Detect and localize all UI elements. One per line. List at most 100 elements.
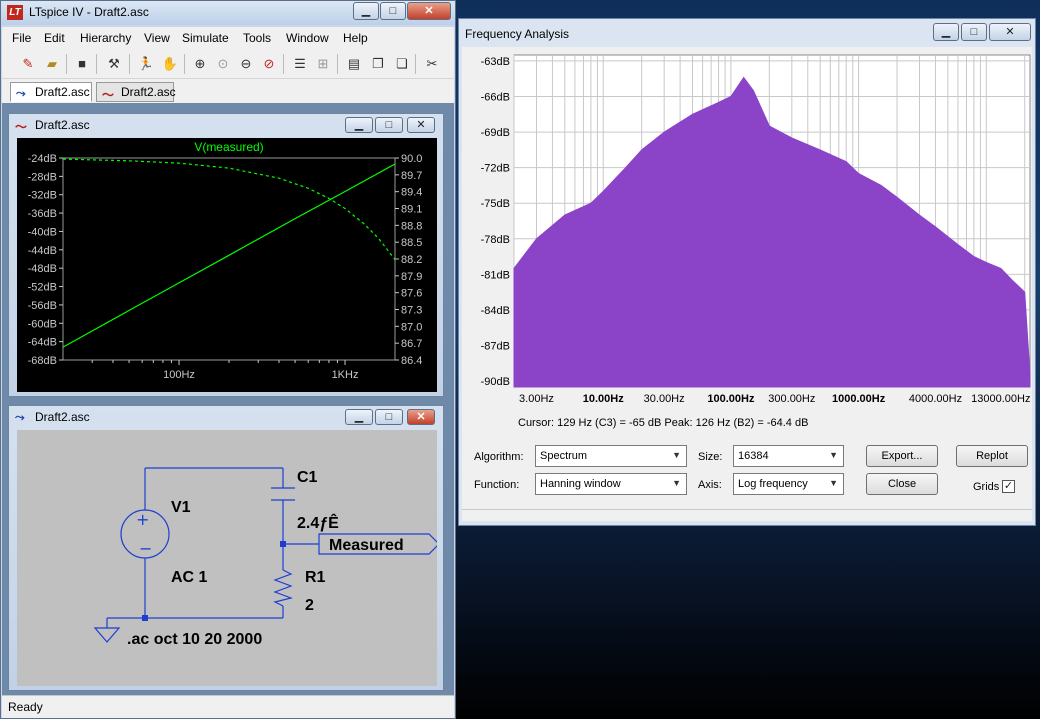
close-button[interactable]: ✕ [407, 117, 435, 133]
ground-symbol[interactable] [93, 627, 121, 643]
spectrum-plot[interactable]: -63dB -66dB -69dB -72dB -75dB -78dB -81dB -84dB… [462, 47, 1032, 405]
x-tick-label: 1KHz [332, 369, 359, 381]
r1-label: R1 [305, 569, 326, 586]
zoom-cancel-icon[interactable]: ⊘ [259, 54, 279, 74]
spice-directive: .ac oct 10 20 2000 [127, 631, 262, 648]
waveform-chart[interactable]: V(measured) -24dB -28dB -32dB -36dB -40dB -44d… [17, 138, 437, 392]
y-left-tick-label: -60dB [28, 318, 57, 330]
status-bar: Ready [2, 695, 454, 718]
menu-window[interactable]: Window [286, 31, 329, 45]
close-button[interactable]: ✕ [407, 409, 435, 425]
minimize-button[interactable]: ▁ [345, 117, 373, 133]
minimize-button[interactable]: ▁ [345, 409, 373, 425]
algorithm-select[interactable]: Spectrum ▼ [535, 445, 687, 467]
tab-draft2-schematic[interactable]: ⤳ Draft2.asc [10, 82, 92, 102]
zoom-area-icon[interactable]: ⊙ [213, 54, 233, 74]
y-right-tick-label: 89.7 [401, 170, 422, 182]
menu-view[interactable]: View [144, 31, 170, 45]
pick-visible-traces-icon[interactable]: ⊞ [313, 54, 333, 74]
resistor-r1[interactable] [273, 569, 294, 607]
toolbar-separator [66, 54, 67, 74]
c1-label: C1 [297, 469, 318, 486]
frequency-analysis-window: Frequency Analysis ▁ □ ✕ -63dB -66dB -69dB… [458, 18, 1036, 526]
maximize-button[interactable]: □ [380, 2, 406, 20]
menu-hierarchy[interactable]: Hierarchy [80, 31, 131, 45]
replot-button[interactable]: Replot [956, 445, 1028, 467]
axis-select[interactable]: Log frequency ▼ [733, 473, 844, 495]
cut-icon[interactable]: ✂ [422, 54, 442, 74]
function-select[interactable]: Hanning window ▼ [535, 473, 687, 495]
trace-name-label: V(measured) [194, 140, 263, 154]
document-tabs: ⤳ Draft2.asc 〜 Draft2.asc [2, 79, 454, 103]
y-left-tick-label: -32dB [28, 190, 57, 202]
plus-sign: + [136, 510, 149, 529]
grids-label: Grids [973, 481, 1000, 493]
maximize-button[interactable]: □ [375, 117, 403, 133]
size-value: 16384 [738, 450, 769, 462]
x-tick-label: 1000.00Hz [832, 393, 886, 405]
menu-tools[interactable]: Tools [243, 31, 271, 45]
minimize-button[interactable]: ▁ [933, 23, 959, 41]
ltspice-window: LT LTspice IV - Draft2.asc ▁ □ ✕ File Ed… [0, 0, 456, 719]
menu-file[interactable]: File [12, 31, 31, 45]
save-icon[interactable]: ■ [72, 54, 92, 74]
tab-draft2-waveform[interactable]: 〜 Draft2.asc [96, 82, 176, 102]
algorithm-label: Algorithm: [474, 451, 524, 463]
y-tick-label: -63dB [481, 56, 510, 68]
y-right-tick-label: 87.3 [401, 305, 422, 317]
new-schematic-icon[interactable]: ✎ [18, 54, 38, 74]
maximize-button[interactable]: □ [961, 23, 987, 41]
close-button[interactable]: ✕ [989, 23, 1031, 41]
v1-label: V1 [171, 499, 191, 516]
plot-frame [62, 157, 396, 361]
pan-hand-icon[interactable]: ✋ [160, 54, 180, 74]
y-tick-label: -72dB [481, 163, 510, 175]
toolbar-separator [283, 54, 284, 74]
control-panel-icon[interactable]: ⚒ [104, 54, 124, 74]
export-button[interactable]: Export... [866, 445, 938, 467]
waveform-window: 〜 Draft2.asc ▁ □ ✕ V(measured) -24dB -28dB… [8, 113, 444, 397]
junction-dot [280, 541, 286, 547]
tile-vertically-icon[interactable]: ❏ [392, 54, 412, 74]
cascade-windows-icon[interactable]: ❐ [368, 54, 388, 74]
open-folder-icon[interactable]: ▰ [42, 54, 62, 74]
y-left-tick-label: -68dB [28, 355, 57, 367]
y-left-tick-label: -64dB [28, 337, 57, 349]
y-tick-label: -90dB [481, 376, 510, 388]
menu-simulate[interactable]: Simulate [182, 31, 229, 45]
y-left-tick-label: -48dB [28, 263, 57, 275]
menu-edit[interactable]: Edit [44, 31, 65, 45]
grids-checkbox[interactable]: ✓ [1002, 480, 1015, 493]
minimize-button[interactable]: ▁ [353, 2, 379, 20]
x-tick-label: 300.00Hz [768, 393, 815, 405]
close-dialog-button[interactable]: Close [866, 473, 938, 495]
toolbar-separator [337, 54, 338, 74]
tile-horizontally-icon[interactable]: ▤ [344, 54, 364, 74]
autorange-icon[interactable]: ☰ [290, 54, 310, 74]
close-button[interactable]: ✕ [407, 2, 451, 20]
spectrum-chart[interactable]: -63dB -66dB -69dB -72dB -75dB -78dB -81dB -84dB… [462, 47, 1032, 405]
zoom-out-icon[interactable]: ⊖ [236, 54, 256, 74]
zoom-in-icon[interactable]: ⊕ [190, 54, 210, 74]
schematic-canvas[interactable]: + − V1 AC 1 C1 2.4ƒÊ R1 2 Measured .ac o… [17, 430, 440, 686]
run-icon[interactable]: 🏃 [136, 54, 156, 74]
toolbar-separator [415, 54, 416, 74]
ltspice-titlebar[interactable]: LT LTspice IV - Draft2.asc ▁ □ ✕ [1, 1, 455, 25]
function-value: Hanning window [540, 478, 621, 490]
y-left-tick-label: -24dB [28, 153, 57, 165]
chevron-down-icon: ▼ [829, 478, 838, 488]
y-tick-label: -81dB [481, 269, 510, 281]
schematic-icon: ⤳ [15, 410, 25, 424]
schematic-drawing[interactable]: + − V1 AC 1 C1 2.4ƒÊ R1 2 Measured .ac o… [17, 430, 440, 686]
x-tick-label: 30.00Hz [644, 393, 685, 405]
x-tick-label: 4000.00Hz [909, 393, 962, 405]
y-left-tick-label: -44dB [28, 245, 57, 257]
mdi-workspace: 〜 Draft2.asc ▁ □ ✕ V(measured) -24dB -28dB… [2, 103, 454, 695]
toolbar-separator [96, 54, 97, 74]
menu-help[interactable]: Help [343, 31, 368, 45]
y-tick-label: -84dB [481, 305, 510, 317]
waveform-plot[interactable]: V(measured) -24dB -28dB -32dB -36dB -40dB -44d… [17, 138, 437, 392]
size-select[interactable]: 16384 ▼ [733, 445, 844, 467]
x-tick-label: 3.00Hz [519, 393, 554, 405]
maximize-button[interactable]: □ [375, 409, 403, 425]
